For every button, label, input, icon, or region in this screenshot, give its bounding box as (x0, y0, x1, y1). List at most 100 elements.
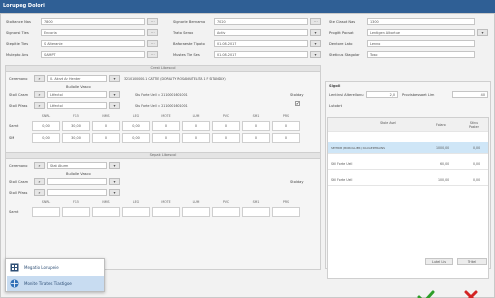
upper-grid-cell[interactable]: 0 (242, 133, 270, 143)
table-cell: 0,00 (473, 162, 481, 166)
upper-grid-cell[interactable]: 0 (182, 133, 210, 143)
table-row[interactable]: Stll Forte Uell 60,00 0,00 (328, 158, 488, 170)
header-mid-label-4: Mustes Tie Ses (173, 53, 200, 57)
upper-checkbox[interactable]: ✔ (295, 101, 300, 106)
upper-grid-cell[interactable]: 0,00 (32, 121, 60, 131)
header-right-label-4: Steticus Stagolar (329, 53, 360, 57)
lower-grid-cell[interactable] (32, 207, 60, 217)
lower-row3-dropdown[interactable]: ▾ (109, 189, 120, 196)
lower-grid-cell[interactable] (182, 207, 210, 217)
lower-row2-dropdown[interactable]: ▾ (109, 178, 120, 185)
footer-field-a[interactable]: Lutel Lis (425, 258, 453, 265)
right-data-table: Stole Asel Folaro Stinu Poster SEITRIB (… (327, 117, 489, 279)
cancel-button[interactable] (456, 286, 486, 298)
upper-grid-cell[interactable]: 0 (152, 133, 180, 143)
lower-col-head: PRS (282, 200, 290, 204)
right-field-b[interactable]: 40 (452, 91, 488, 98)
footer-field-b[interactable]: Tritel (457, 258, 487, 265)
right-panel-title: Sigoli (329, 84, 341, 88)
upper-col-head: SNRL (41, 114, 51, 118)
context-menu-item-1[interactable]: Megatio Lorupeie (7, 260, 104, 275)
header-right-label-2: Progitt Pocsat (329, 31, 354, 35)
upper-row3-dropdown[interactable]: ▾ (109, 102, 120, 109)
lower-grid-cell[interactable] (92, 207, 120, 217)
lower-row3-search-icon[interactable]: ⌕ (34, 189, 45, 196)
header-left-lookup-2[interactable]: ⋯ (147, 29, 158, 36)
upper-grid-cell[interactable]: 0,00 (122, 121, 150, 131)
header-right-dropdown-2[interactable]: ▾ (477, 29, 488, 36)
lower-row2-search-icon[interactable]: ⌕ (34, 178, 45, 185)
header-mid-dropdown-2[interactable]: ▾ (310, 29, 321, 36)
header-mid-field-1[interactable]: 7020 (214, 18, 308, 25)
upper-grid-cell[interactable]: 30,00 (62, 133, 90, 143)
header-mid-date-4[interactable]: ▾ (310, 51, 321, 58)
upper-row1-dropdown[interactable]: ▾ (109, 75, 120, 82)
upper-grid-cell[interactable]: 0 (92, 121, 120, 131)
upper-grid-cell[interactable]: 0 (242, 121, 270, 131)
upper-sub-label: Bullolle Vasco (66, 85, 91, 89)
upper-col-head: PRS (282, 114, 290, 118)
lower-row2-field[interactable] (47, 178, 107, 185)
lower-col-head: SNRL (41, 200, 51, 204)
lower-grid-cell[interactable] (242, 207, 270, 217)
header-right-field-4[interactable]: Toso (367, 51, 475, 58)
header-right-field-2[interactable]: Lentigen Alkortue (367, 29, 475, 36)
header-right-field-3[interactable]: Lenno (367, 40, 475, 47)
upper-grid-cell[interactable]: 0 (212, 133, 240, 143)
lower-col-head: LEG (132, 200, 140, 204)
header-left-field-1[interactable]: 7800 (41, 18, 145, 25)
header-left-field-4[interactable]: SAMPT (41, 51, 145, 58)
lower-row1-dropdown[interactable]: ▾ (109, 162, 120, 169)
upper-row1-field[interactable]: 0. Akrzt Ar Henter (47, 75, 107, 82)
upper-row3-field[interactable]: Ltfectol (47, 102, 107, 109)
lower-col-head: NMS (102, 200, 110, 204)
upper-grid-cell[interactable]: 0 (92, 133, 120, 143)
upper-row1-search-icon[interactable]: ⌕ (34, 75, 45, 82)
lower-grid-cell[interactable] (272, 207, 300, 217)
upper-grid-cell[interactable]: 0 (212, 121, 240, 131)
header-mid-field-4[interactable]: 01.08.2017 (214, 51, 308, 58)
upper-row2-search-icon[interactable]: ⌕ (34, 91, 45, 98)
upper-row2-dropdown[interactable]: ▾ (109, 91, 120, 98)
lower-section-title: Sepak Libescol (6, 153, 320, 159)
header-left-lookup-4[interactable]: ⋯ (147, 51, 158, 58)
window-titlebar: Lorupeg Dolori (0, 0, 495, 13)
ok-button[interactable] (411, 286, 441, 298)
header-left-lookup-1[interactable]: ⋯ (147, 18, 158, 25)
table-row[interactable]: SEITRIB (BOROLLIER) DAUAERTRAINS 1000,00… (328, 142, 488, 154)
header-mid-field-3[interactable]: 01.08.2017 (214, 40, 308, 47)
lower-row3-field[interactable] (47, 189, 107, 196)
lower-grid-cell[interactable] (62, 207, 90, 217)
header-mid-date-3[interactable]: ▾ (310, 40, 321, 47)
context-menu-item-2[interactable]: Monite Tirates Tiastigoe (7, 276, 104, 291)
header-mid-field-2[interactable]: Activ (214, 29, 308, 36)
upper-grid-cell[interactable]: 0 (182, 121, 210, 131)
upper-row2-field[interactable]: Ltfectol (47, 91, 107, 98)
header-left-label-4: Mulepto Ans (6, 53, 29, 57)
lower-row1-search-icon[interactable]: ⌕ (34, 162, 45, 169)
header-right-field-1[interactable]: 1300 (367, 18, 475, 25)
lower-row3-label: Stoll Pfass (9, 191, 28, 195)
right-label-b: Provisbessaet Lim (402, 93, 435, 97)
upper-col-head: PVC (222, 114, 230, 118)
table-row[interactable]: Stll Forte Uell 100,00 0,00 (328, 174, 488, 186)
header-left-lookup-3[interactable]: ⋯ (147, 40, 158, 47)
upper-grid-cell[interactable]: 0 (152, 121, 180, 131)
header-left-label-1: Stoltance Nas (6, 20, 31, 24)
upper-grid-cell[interactable]: 0 (272, 121, 300, 131)
lower-col-head: F15 (73, 200, 79, 204)
upper-grid-cell[interactable]: 0 (272, 133, 300, 143)
lower-grid-cell[interactable] (122, 207, 150, 217)
upper-row3-search-icon[interactable]: ⌕ (34, 102, 45, 109)
upper-grid-cell[interactable]: 0,00 (32, 133, 60, 143)
lower-grid-cell[interactable] (212, 207, 240, 217)
header-left-field-3[interactable]: S Alteranie (41, 40, 145, 47)
lower-row1-field[interactable]: Stat Aturm (47, 162, 107, 169)
upper-grid-cell[interactable]: 0,00 (122, 133, 150, 143)
upper-row2-label: Stoll Casm (9, 93, 29, 97)
upper-grid-cell[interactable]: 30,00 (62, 121, 90, 131)
right-field-a[interactable]: 2,0 (366, 91, 398, 98)
header-mid-lookup-1[interactable]: ⋯ (310, 18, 321, 25)
lower-grid-cell[interactable] (152, 207, 180, 217)
header-left-field-2[interactable]: Encoria (41, 29, 145, 36)
